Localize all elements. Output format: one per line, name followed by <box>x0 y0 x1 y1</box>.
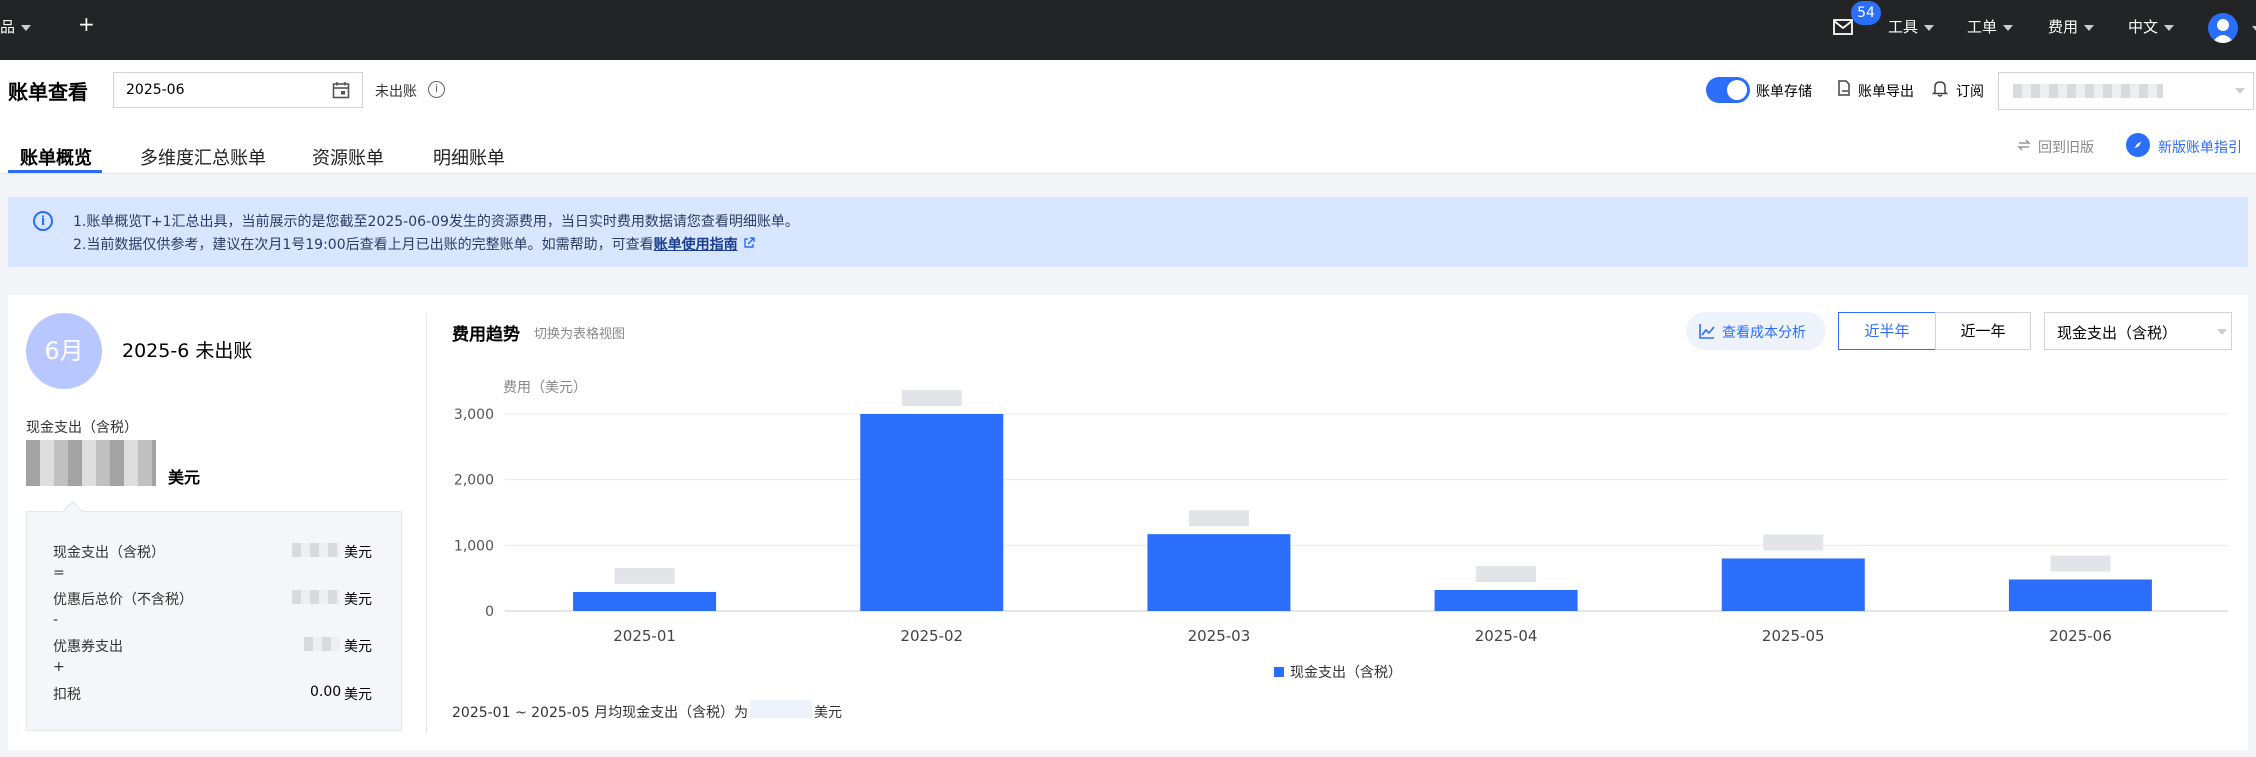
x-tick-label: 2025-03 <box>1188 627 1251 645</box>
monthly-average-unit: 美元 <box>814 705 842 721</box>
x-tick-label: 2025-04 <box>1475 627 1538 645</box>
legend-label: 现金支出（含税） <box>1290 665 1402 681</box>
bar-value-label-redacted <box>1476 565 1537 582</box>
x-tick-label: 2025-05 <box>1762 627 1825 645</box>
y-tick-label: 2,000 <box>454 473 494 489</box>
x-tick-label: 2025-06 <box>2049 627 2112 645</box>
y-axis-label: 费用（美元） <box>503 380 587 396</box>
monthly-average-value-redacted <box>750 700 812 718</box>
y-tick-label: 0 <box>485 604 494 620</box>
legend-swatch <box>1274 667 1284 677</box>
bar <box>573 591 717 611</box>
expense-trend-chart: 费用（美元） 0 1,000 2,000 3,000 2025-01 2025-02 2025… <box>454 380 2228 645</box>
bar-value-label-redacted <box>2050 555 2111 572</box>
chart-legend: 现金支出（含税） <box>1274 662 1402 682</box>
bar <box>1434 589 1578 611</box>
bar-value-label-redacted <box>1763 534 1824 551</box>
x-tick-label: 2025-01 <box>613 627 676 645</box>
x-tick-label: 2025-02 <box>900 627 963 645</box>
bar <box>1721 558 1865 611</box>
bar <box>2008 579 2152 611</box>
y-tick-label: 1,000 <box>454 538 494 554</box>
bar <box>1147 534 1291 611</box>
monthly-average-text: 2025-01 ~ 2025-05 月均现金支出（含税）为 <box>452 705 749 721</box>
bar <box>860 414 1004 611</box>
bar-value-label-redacted <box>1188 510 1249 527</box>
bar-value-label-redacted <box>614 567 675 584</box>
bar-value-label-redacted <box>901 390 962 406</box>
y-tick-label: 3,000 <box>454 407 494 423</box>
